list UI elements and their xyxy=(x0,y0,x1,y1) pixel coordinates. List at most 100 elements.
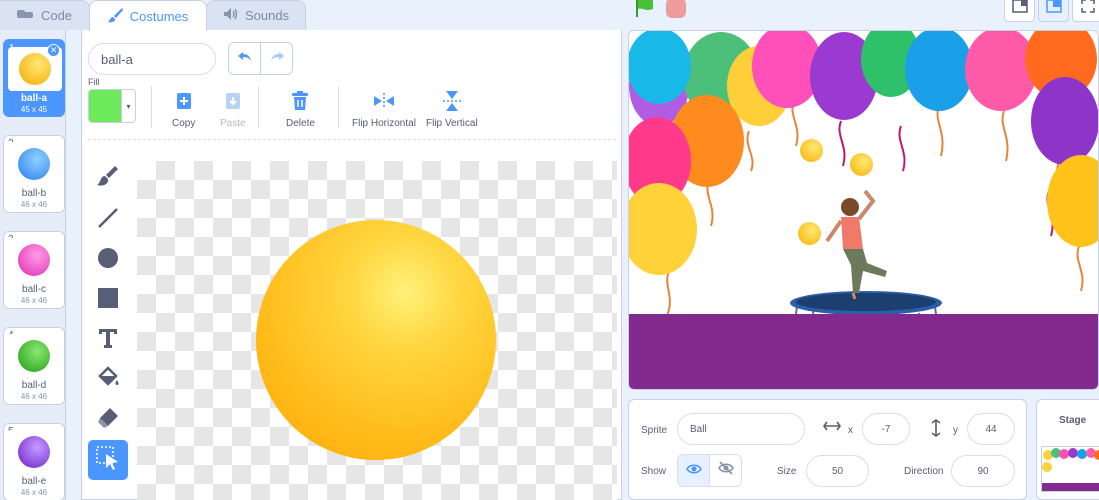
visibility-toggle xyxy=(677,454,742,487)
fill-color-picker[interactable]: ▾ xyxy=(88,89,136,123)
delete-label: Delete xyxy=(286,118,315,129)
direction-input[interactable]: 90 xyxy=(951,455,1015,487)
show-button[interactable] xyxy=(678,455,710,486)
flip-horizontal-icon xyxy=(373,90,395,112)
stage-ball-sprite[interactable] xyxy=(850,153,873,176)
costume-thumbnail xyxy=(7,430,61,474)
costume-name: ball-b xyxy=(21,188,47,199)
small-stage-button[interactable] xyxy=(1004,0,1035,22)
eraser-tool[interactable] xyxy=(88,400,128,440)
copy-button[interactable]: Copy xyxy=(172,90,195,129)
costume-size: 46 x 46 xyxy=(20,200,48,209)
sprite-name-input[interactable]: Ball xyxy=(677,413,805,445)
brush-tool[interactable] xyxy=(88,160,128,200)
tab-code[interactable]: Code xyxy=(0,0,90,30)
copy-icon xyxy=(173,90,195,112)
copy-label: Copy xyxy=(172,118,196,129)
costume-list: 1 ball-a 45 x 45 ✕ 2 ball-b 46 x 46 3 ba… xyxy=(0,30,66,500)
costume-size: 46 x 46 xyxy=(20,296,48,305)
rectangle-tool[interactable] xyxy=(88,280,128,320)
delete-button[interactable]: Delete xyxy=(286,90,315,129)
fullscreen-icon xyxy=(1080,0,1095,18)
ball-thumbnail xyxy=(18,340,50,372)
show-label: Show xyxy=(641,466,667,477)
toolbar-divider xyxy=(88,139,616,140)
paste-icon xyxy=(222,90,244,112)
fill-color-swatch xyxy=(89,90,121,122)
tab-sounds[interactable]: Sounds xyxy=(206,0,306,30)
tab-costumes[interactable]: Costumes xyxy=(89,0,207,31)
costume-item-3[interactable]: 3 ball-c 46 x 46 xyxy=(3,231,65,309)
size-input[interactable]: 50 xyxy=(806,455,869,487)
line-icon xyxy=(96,206,120,235)
delete-costume-icon[interactable]: ✕ xyxy=(47,44,60,57)
redo-icon xyxy=(269,50,285,68)
paint-bucket-icon xyxy=(96,365,120,395)
stop-button[interactable] xyxy=(666,0,686,18)
costume-item-1[interactable]: 1 ball-a 45 x 45 ✕ xyxy=(3,39,65,117)
fill-label: Fill xyxy=(88,77,100,87)
stage-selector[interactable]: Stage xyxy=(1036,399,1099,500)
eye-off-icon xyxy=(717,461,734,480)
sprite-label: Sprite xyxy=(641,425,668,436)
green-flag-button[interactable] xyxy=(634,0,656,23)
costume-name: ball-e xyxy=(21,476,47,487)
normal-stage-button[interactable] xyxy=(1038,0,1069,22)
trash-icon xyxy=(289,90,311,112)
fill-tool[interactable] xyxy=(88,360,128,400)
editor-tabs: Code Costumes Sounds xyxy=(0,0,306,31)
circle-icon xyxy=(96,246,120,275)
text-tool[interactable] xyxy=(88,320,128,360)
paste-button[interactable]: Paste xyxy=(220,90,246,129)
stage-canvas[interactable] xyxy=(628,30,1099,390)
move-horizontal-icon xyxy=(823,420,841,435)
circle-tool[interactable] xyxy=(88,240,128,280)
ball-shape[interactable] xyxy=(256,220,496,460)
flip-vertical-label: Flip Vertical xyxy=(426,118,478,129)
costume-name-input[interactable] xyxy=(88,43,216,75)
chevron-down-icon: ▾ xyxy=(121,90,135,122)
fullscreen-button[interactable] xyxy=(1072,0,1099,22)
stage-ball-sprite[interactable] xyxy=(800,139,823,162)
costume-thumbnail xyxy=(7,334,61,378)
flip-vertical-button[interactable]: Flip Vertical xyxy=(426,90,478,129)
divider xyxy=(258,86,259,128)
ball-thumbnail xyxy=(18,244,50,276)
brush-icon xyxy=(96,165,120,195)
select-arrow-icon xyxy=(95,445,121,476)
costume-size: 46 x 46 xyxy=(20,392,48,401)
paint-editor: Fill ▾ Copy Paste Delete Flip Horizontal… xyxy=(81,30,622,500)
tab-sounds-label: Sounds xyxy=(244,8,290,23)
flip-horizontal-button[interactable]: Flip Horizontal xyxy=(352,90,416,129)
redo-button[interactable] xyxy=(260,43,292,74)
divider xyxy=(338,86,339,128)
normal-stage-icon xyxy=(1045,0,1062,18)
ball-thumbnail xyxy=(18,148,50,180)
direction-label: Direction xyxy=(904,466,944,477)
x-position-input[interactable]: -7 xyxy=(862,413,910,445)
ball-thumbnail xyxy=(19,53,51,85)
eraser-icon xyxy=(96,406,120,435)
costume-name: ball-d xyxy=(21,380,47,391)
stage-ball-sprite[interactable] xyxy=(798,222,821,245)
code-icon xyxy=(16,8,35,23)
hide-button[interactable] xyxy=(709,455,741,486)
undo-button[interactable] xyxy=(229,43,260,74)
y-position-input[interactable]: 44 xyxy=(967,413,1015,445)
flip-vertical-icon xyxy=(441,90,463,112)
sprite-info-panel: Sprite Ball x -7 y 44 Show Size 50 Direc… xyxy=(628,399,1027,500)
brush-icon xyxy=(107,7,124,26)
drawing-canvas[interactable] xyxy=(137,161,617,500)
select-tool[interactable] xyxy=(88,440,128,480)
move-vertical-icon xyxy=(930,419,942,440)
green-flag-icon xyxy=(634,0,656,22)
paste-label: Paste xyxy=(220,118,246,129)
costume-item-4[interactable]: 4 ball-d 46 x 46 xyxy=(3,327,65,405)
undo-redo-group xyxy=(228,42,293,75)
costume-item-2[interactable]: 2 ball-b 46 x 46 xyxy=(3,135,65,213)
costume-item-5[interactable]: 5 ball-e 46 x 46 xyxy=(3,423,65,500)
line-tool[interactable] xyxy=(88,200,128,240)
x-label: x xyxy=(848,425,853,436)
ball-thumbnail xyxy=(18,436,50,468)
stage-label: Stage xyxy=(1059,415,1087,426)
